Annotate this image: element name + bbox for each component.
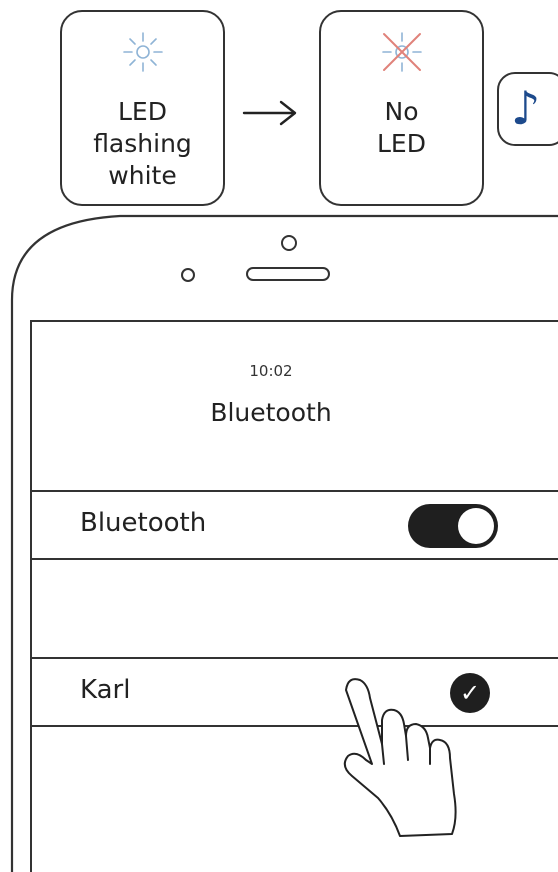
device-name-label: Karl bbox=[80, 675, 131, 705]
device-list-item[interactable]: Karl ✓ bbox=[30, 657, 558, 727]
tapping-hand-icon bbox=[343, 678, 457, 837]
earpiece-speaker bbox=[246, 267, 330, 281]
proximity-sensor-icon bbox=[181, 268, 195, 282]
phone-screen: 10:02 Bluetooth Bluetooth Karl ✓ bbox=[30, 320, 558, 872]
status-bar-time: 10:02 bbox=[249, 362, 293, 380]
page-title: Bluetooth bbox=[210, 398, 332, 427]
front-camera-icon bbox=[281, 235, 297, 251]
bluetooth-pairing-diagram: LED flashing white No LED ♪ 10:02 Blueto… bbox=[0, 0, 558, 872]
bluetooth-setting-row: Bluetooth bbox=[30, 490, 558, 560]
bluetooth-toggle[interactable] bbox=[408, 504, 498, 548]
bluetooth-setting-label: Bluetooth bbox=[80, 508, 207, 538]
toggle-knob bbox=[458, 508, 494, 544]
